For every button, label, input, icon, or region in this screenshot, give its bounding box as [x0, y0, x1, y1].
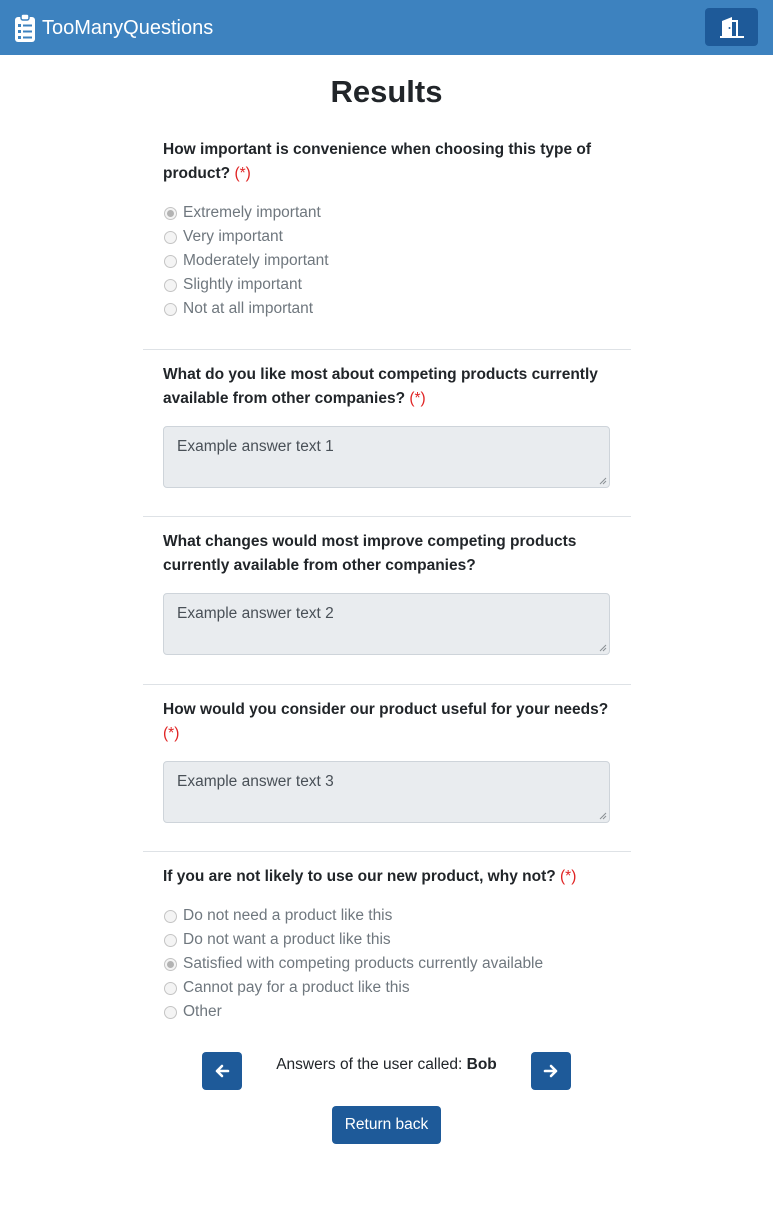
option-not-at-all-important[interactable]: Not at all important	[163, 297, 613, 321]
option-label: Other	[183, 1003, 222, 1020]
radio-button[interactable]	[164, 933, 177, 947]
arrow-left-icon	[215, 1064, 230, 1078]
question-2-text: What do you like most about competing pr…	[163, 366, 598, 407]
option-label: Cannot pay for a product like this	[183, 979, 410, 996]
question-5-title: If you are not likely to use our new pro…	[163, 865, 613, 889]
question-3-text: What changes would most improve competin…	[163, 533, 577, 574]
question-4-text: How would you consider our product usefu…	[163, 701, 609, 718]
arrow-right-icon	[543, 1064, 558, 1078]
option-label: Very important	[183, 228, 283, 245]
divider	[143, 851, 631, 852]
option-slightly-important[interactable]: Slightly important	[163, 273, 613, 297]
previous-user-button[interactable]	[202, 1052, 242, 1090]
option-very-important[interactable]: Very important	[163, 225, 613, 249]
user-caption-prefix: Answers of the user called:	[276, 1056, 467, 1073]
option-label: Slightly important	[183, 276, 302, 293]
answer-field-3[interactable]: Example answer text 3	[163, 761, 610, 823]
required-marker: (*)	[234, 165, 251, 182]
user-name: Bob	[466, 1056, 497, 1073]
answer-text: Example answer text 2	[177, 605, 334, 622]
option-label: Satisfied with competing products curren…	[183, 955, 544, 972]
option-label: Do not want a product like this	[183, 931, 391, 948]
option-moderately-important[interactable]: Moderately important	[163, 249, 613, 273]
option-cannot-pay[interactable]: Cannot pay for a product like this	[163, 976, 613, 1000]
radio-button[interactable]	[164, 981, 177, 995]
next-user-button[interactable]	[531, 1052, 571, 1090]
question-5-options: Do not need a product like this Do not w…	[163, 904, 613, 1024]
option-do-not-want[interactable]: Do not want a product like this	[163, 928, 613, 952]
logout-button[interactable]	[705, 8, 758, 46]
answer-field-2[interactable]: Example answer text 2	[163, 593, 610, 655]
answer-text: Example answer text 1	[177, 438, 334, 455]
brand-link[interactable]: TooManyQuestions	[14, 13, 213, 43]
page-title: Results	[330, 74, 443, 109]
resize-grip-icon[interactable]	[599, 812, 607, 820]
required-marker: (*)	[163, 725, 180, 742]
question-1-title: How important is convenience when choosi…	[163, 138, 613, 186]
option-extremely-important[interactable]: Extremely important	[163, 201, 613, 225]
radio-button[interactable]	[164, 1005, 177, 1019]
clipboard-list-icon	[15, 13, 35, 42]
option-other[interactable]: Other	[163, 1000, 613, 1024]
option-label: Do not need a product like this	[183, 907, 393, 924]
divider	[143, 684, 631, 685]
resize-grip-icon[interactable]	[599, 477, 607, 485]
answer-field-1[interactable]: Example answer text 1	[163, 426, 610, 488]
question-2-title: What do you like most about competing pr…	[163, 363, 613, 411]
question-5-text: If you are not likely to use our new pro…	[163, 868, 556, 885]
navbar: TooManyQuestions	[0, 0, 773, 55]
divider	[143, 516, 631, 517]
resize-grip-icon[interactable]	[599, 644, 607, 652]
option-label: Extremely important	[183, 204, 321, 221]
required-marker: (*)	[409, 390, 426, 407]
required-marker: (*)	[560, 868, 577, 885]
option-satisfied-with-competing[interactable]: Satisfied with competing products curren…	[163, 952, 613, 976]
radio-button[interactable]	[164, 230, 177, 244]
return-back-button[interactable]: Return back	[332, 1106, 441, 1144]
divider	[143, 349, 631, 350]
radio-button[interactable]	[164, 302, 177, 316]
radio-button[interactable]	[164, 909, 177, 923]
option-do-not-need[interactable]: Do not need a product like this	[163, 904, 613, 928]
question-3-title: What changes would most improve competin…	[163, 530, 613, 578]
radio-button[interactable]	[164, 206, 177, 220]
radio-button[interactable]	[164, 278, 177, 292]
radio-button[interactable]	[164, 254, 177, 268]
user-caption: Answers of the user called: Bob	[242, 1053, 531, 1077]
answer-text: Example answer text 3	[177, 773, 334, 790]
question-1-text: How important is convenience when choosi…	[163, 141, 592, 182]
option-label: Moderately important	[183, 252, 329, 269]
option-label: Not at all important	[183, 300, 314, 317]
brand-name: TooManyQuestions	[42, 17, 214, 39]
radio-button[interactable]	[164, 957, 177, 971]
question-1-options: Extremely important Very important Moder…	[163, 201, 613, 321]
question-4-title: How would you consider our product usefu…	[163, 698, 613, 746]
door-exit-icon	[719, 17, 744, 38]
